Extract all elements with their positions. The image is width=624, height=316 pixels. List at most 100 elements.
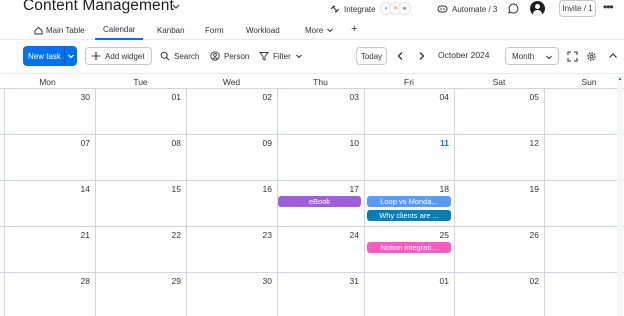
filter-icon (259, 52, 269, 61)
tab-label: More (305, 25, 324, 35)
scroll-up-icon[interactable]: ▲ (617, 76, 623, 82)
today-button[interactable]: Today (356, 47, 387, 65)
calendar-event[interactable]: Why clients are ... (367, 210, 451, 221)
calendar-day[interactable]: 31 (277, 273, 364, 316)
calendar-event[interactable]: Loop vs Monda... (367, 196, 451, 207)
calendar-day[interactable]: 01 (364, 273, 454, 316)
calendar-day[interactable]: 10 (277, 135, 364, 181)
calendar-day[interactable]: 25 Notion integrati... (364, 227, 454, 273)
calendar-day[interactable]: 23 (186, 227, 277, 273)
day-number: 16 (262, 184, 272, 194)
calendar-day[interactable]: 03 (277, 89, 364, 135)
day-number: 29 (171, 276, 181, 286)
calendar-day[interactable]: 18 Loop vs Monda... Why clients are ... (364, 181, 454, 227)
vertical-scrollbar[interactable] (617, 76, 623, 316)
day-number: 25 (439, 230, 449, 240)
day-number: 15 (171, 184, 181, 194)
day-number: 21 (80, 230, 90, 240)
calendar-day[interactable] (544, 135, 624, 181)
invite-button[interactable]: Invite / 1 (559, 0, 596, 17)
calendar-day[interactable]: 08 (95, 135, 186, 181)
tab-label: Form (205, 25, 224, 35)
calendar-day[interactable] (544, 227, 624, 273)
gear-icon[interactable] (586, 51, 597, 62)
weekday-label: Sun (581, 77, 597, 87)
day-number: 30 (262, 276, 272, 286)
automate-button[interactable]: Automate / 3 (437, 1, 497, 17)
calendar-day[interactable]: 30 (186, 273, 277, 316)
calendar-event[interactable]: Notion integrati... (367, 242, 451, 253)
calendar-day[interactable] (544, 181, 624, 227)
chevron-down-icon[interactable] (67, 52, 75, 60)
day-number: 12 (529, 138, 539, 148)
tab-label: Kanban (157, 25, 185, 35)
calendar-day[interactable]: 15 (95, 181, 186, 227)
calendar-day[interactable]: 01 (95, 89, 186, 135)
tab-workload[interactable]: Workload (246, 20, 280, 40)
calendar-week: 14 15 16 17 eBook 18 Loop vs Monda... Wh… (0, 181, 624, 227)
calendar-day[interactable]: 28 (4, 273, 95, 316)
weekday-label: Fri (404, 77, 414, 87)
day-number: 04 (439, 92, 449, 102)
calendar-day[interactable]: 02 (454, 273, 544, 316)
calendar-day[interactable]: 21 (4, 227, 95, 273)
board-title[interactable]: Content Management (23, 0, 174, 15)
calendar-day[interactable]: 26 (454, 227, 544, 273)
chevron-up-icon[interactable] (607, 51, 619, 61)
calendar-event[interactable]: eBook (278, 196, 361, 207)
calendar-day[interactable] (544, 89, 624, 135)
calendar-day[interactable]: 30 (4, 89, 95, 135)
day-number: 09 (262, 138, 272, 148)
day-number: 03 (349, 92, 359, 102)
integrate-label: Integrate (344, 4, 376, 14)
home-icon (34, 26, 43, 34)
calendar-day[interactable]: 29 (95, 273, 186, 316)
calendar-day[interactable] (544, 273, 624, 316)
person-icon (210, 51, 220, 61)
integrate-button[interactable]: Integrate (330, 1, 376, 17)
add-view-button[interactable]: + (351, 23, 357, 35)
calendar-day[interactable]: 02 (186, 89, 277, 135)
day-number: 28 (80, 276, 90, 286)
day-number: 10 (349, 138, 359, 148)
calendar-day[interactable]: 16 (186, 181, 277, 227)
tab-more[interactable]: More (305, 20, 334, 40)
calendar-week: 28 29 30 31 01 02 (0, 273, 624, 316)
more-options-icon[interactable]: ••• (603, 1, 615, 14)
search-button[interactable]: Search (160, 47, 199, 65)
calendar-day[interactable]: 07 (4, 135, 95, 181)
calendar-day[interactable]: 04 (364, 89, 454, 135)
calendar-day[interactable]: 09 (186, 135, 277, 181)
tab-kanban[interactable]: Kanban (157, 20, 185, 40)
calendar-day[interactable]: 19 (454, 181, 544, 227)
calendar-day[interactable]: 14 (4, 181, 95, 227)
chevron-right-icon[interactable] (417, 51, 426, 61)
day-number: 07 (80, 138, 90, 148)
weekday-label: Thu (313, 77, 328, 87)
tab-calendar[interactable]: Calendar (95, 20, 144, 40)
tab-form[interactable]: Form (205, 20, 224, 40)
calendar-day[interactable]: 05 (454, 89, 544, 135)
chat-icon[interactable] (508, 3, 519, 14)
chevron-down-icon[interactable] (171, 1, 181, 11)
chevron-left-icon[interactable] (396, 51, 405, 61)
toolbar: New task Add widget Search Person Filter (0, 46, 624, 67)
fullscreen-icon[interactable] (567, 51, 578, 62)
calendar-day[interactable]: 17 eBook (277, 181, 364, 227)
avatar[interactable] (530, 1, 545, 16)
integrate-icon (330, 5, 340, 13)
view-mode-select[interactable]: Month (505, 47, 559, 65)
plus-icon (92, 52, 100, 60)
filter-button[interactable]: Filter (259, 47, 303, 65)
app-icon: ● (398, 2, 411, 15)
new-task-button[interactable]: New task (23, 46, 77, 66)
calendar-day[interactable]: 24 (277, 227, 364, 273)
integration-app-icons[interactable]: ◐ ✶ ● (380, 2, 420, 15)
calendar-day[interactable]: 22 (95, 227, 186, 273)
calendar-day[interactable]: 12 (454, 135, 544, 181)
calendar-week: 30 01 02 03 04 05 (0, 89, 624, 135)
person-filter-button[interactable]: Person (210, 47, 249, 65)
add-widget-button[interactable]: Add widget (85, 47, 152, 65)
calendar-day-today[interactable]: 11 (364, 135, 454, 181)
tab-main-table[interactable]: Main Table (34, 20, 85, 40)
